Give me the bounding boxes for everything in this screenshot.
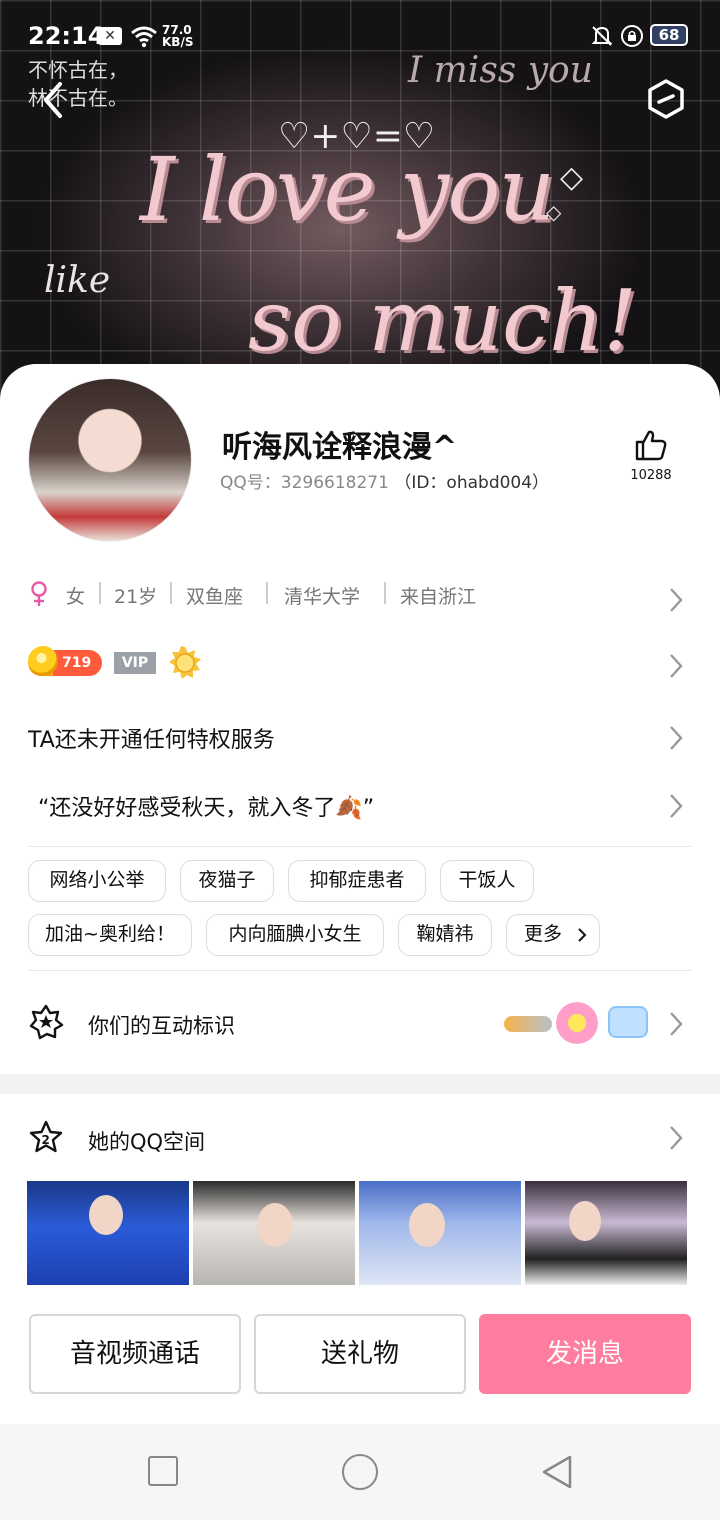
thumbs-up-icon	[635, 430, 667, 461]
chevron-right-icon	[670, 654, 683, 678]
banner-text-much: so much!	[248, 272, 638, 370]
qzone-photo[interactable]	[27, 1181, 189, 1285]
tag-item[interactable]: 抑郁症患者	[288, 860, 426, 902]
profile-card: 听海风诠释浪漫^ QQ号：3296618271 （ID：ohabd004） 10…	[0, 364, 720, 1074]
chevron-right-icon	[670, 588, 683, 612]
qzone-photo[interactable]	[359, 1181, 521, 1285]
info-gender: 女	[66, 586, 86, 608]
status-time: 22:14	[28, 22, 105, 50]
chevron-right-icon	[670, 726, 683, 750]
info-zodiac: 双鱼座	[186, 586, 244, 608]
recent-apps-icon[interactable]	[148, 1456, 178, 1486]
battery-indicator: 68	[650, 24, 688, 46]
friendship-mark-icon	[504, 1016, 552, 1032]
sparkle-icon: ◇	[546, 200, 562, 224]
info-school: 清华大学	[284, 586, 361, 608]
qzone-star-icon: 2	[29, 1120, 63, 1153]
female-icon	[31, 581, 47, 606]
info-hometown: 来自浙江	[400, 586, 477, 608]
level-coin-icon	[28, 646, 58, 676]
network-speed: 77.0 KB/S	[162, 24, 193, 48]
svg-text:2: 2	[42, 1133, 50, 1147]
banner-text-miss: I miss you	[408, 50, 593, 91]
nickname: 听海风诠释浪漫^	[222, 430, 458, 465]
sparkle-icon: ◇	[560, 160, 584, 195]
more-tags-label: 更多	[523, 923, 562, 945]
tag-item[interactable]: 夜猫子	[180, 860, 274, 902]
video-call-button[interactable]: 音视频通话	[29, 1314, 241, 1394]
status-bar: 22:14 ✕ 77.0 KB/S 68	[0, 22, 720, 54]
qq-id: （ID：ohabd004）	[394, 473, 550, 493]
system-navigation-bar	[0, 1424, 720, 1520]
banner-text-like: like	[44, 260, 111, 301]
back-arrow-icon[interactable]	[36, 80, 72, 120]
basic-info-row[interactable]: 女 21岁 双鱼座 清华大学 来自浙江	[0, 578, 720, 626]
avatar[interactable]	[28, 378, 192, 542]
qzone-photo[interactable]	[525, 1181, 687, 1285]
notification-close-icon: ✕	[98, 27, 122, 45]
signature-text: “还没好好感受秋天，就入冬了🍂”	[38, 796, 375, 821]
gamepad-mark-icon	[608, 1006, 648, 1038]
like-button[interactable]: 10288	[626, 428, 676, 483]
info-age: 21岁	[114, 586, 158, 608]
photo-subject	[257, 1203, 293, 1247]
vip-badge: VIP	[114, 652, 156, 674]
flower-mark-icon	[556, 1002, 598, 1044]
banner-text-love: I love you	[140, 138, 555, 241]
chevron-right-icon	[670, 1012, 683, 1036]
edit-cover-hexagon-icon[interactable]	[646, 78, 686, 120]
info-separator	[384, 582, 386, 604]
qzone-title: 她的QQ空间	[88, 1130, 206, 1154]
tag-item[interactable]: 内向腼腆小女生	[206, 914, 384, 956]
qq-number: QQ号：3296618271	[220, 473, 389, 493]
home-icon[interactable]	[342, 1454, 378, 1490]
divider	[28, 846, 692, 847]
sun-level-icon	[169, 646, 201, 679]
tag-item[interactable]: 网络小公举	[28, 860, 166, 902]
privilege-row[interactable]: TA还未开通任何特权服务	[0, 716, 720, 760]
like-count: 10288	[630, 468, 672, 483]
star-badge-icon	[29, 1004, 64, 1040]
badges-row[interactable]: 719 VIP	[0, 646, 720, 690]
tag-item[interactable]: 加油~奥利给！	[28, 914, 192, 956]
network-speed-unit: KB/S	[162, 35, 194, 49]
chevron-right-icon	[670, 794, 683, 818]
qzone-section[interactable]: 2 她的QQ空间	[0, 1094, 720, 1314]
rotation-lock-icon	[621, 25, 643, 47]
interaction-marks-label: 你们的互动标识	[88, 1014, 235, 1038]
nav-back-triangle-icon[interactable]	[540, 1454, 574, 1490]
tag-item[interactable]: 鞠婧祎	[398, 914, 492, 956]
send-message-button[interactable]: 发消息	[479, 1314, 691, 1394]
qzone-photo[interactable]	[193, 1181, 355, 1285]
profile-cover-banner[interactable]: 不怀古在， 林不古在。 I miss you ♡+♡=♡ I love you l…	[0, 0, 720, 400]
privilege-text: TA还未开通任何特权服务	[28, 728, 275, 753]
info-separator	[170, 582, 172, 604]
qzone-photo-strip	[27, 1181, 689, 1285]
signature-row[interactable]: “还没好好感受秋天，就入冬了🍂”	[0, 782, 720, 830]
info-separator	[99, 582, 101, 604]
photo-subject	[569, 1201, 601, 1241]
qq-number-line: QQ号：3296618271 （ID：ohabd004）	[220, 468, 549, 493]
more-tags-button[interactable]: 更多	[506, 914, 600, 956]
send-gift-button[interactable]: 送礼物	[254, 1314, 466, 1394]
photo-subject	[409, 1203, 445, 1247]
wifi-icon	[131, 26, 157, 48]
photo-subject	[89, 1195, 123, 1235]
bell-muted-icon	[591, 26, 613, 46]
action-bar: 音视频通话 送礼物 发消息	[0, 1300, 720, 1420]
info-separator	[266, 582, 268, 604]
section-gap	[0, 1074, 720, 1094]
tag-item[interactable]: 干饭人	[440, 860, 534, 902]
chevron-right-icon	[578, 928, 587, 942]
divider	[28, 970, 692, 971]
chevron-right-icon	[670, 1126, 683, 1150]
interaction-marks-row[interactable]: 你们的互动标识	[0, 1000, 720, 1050]
